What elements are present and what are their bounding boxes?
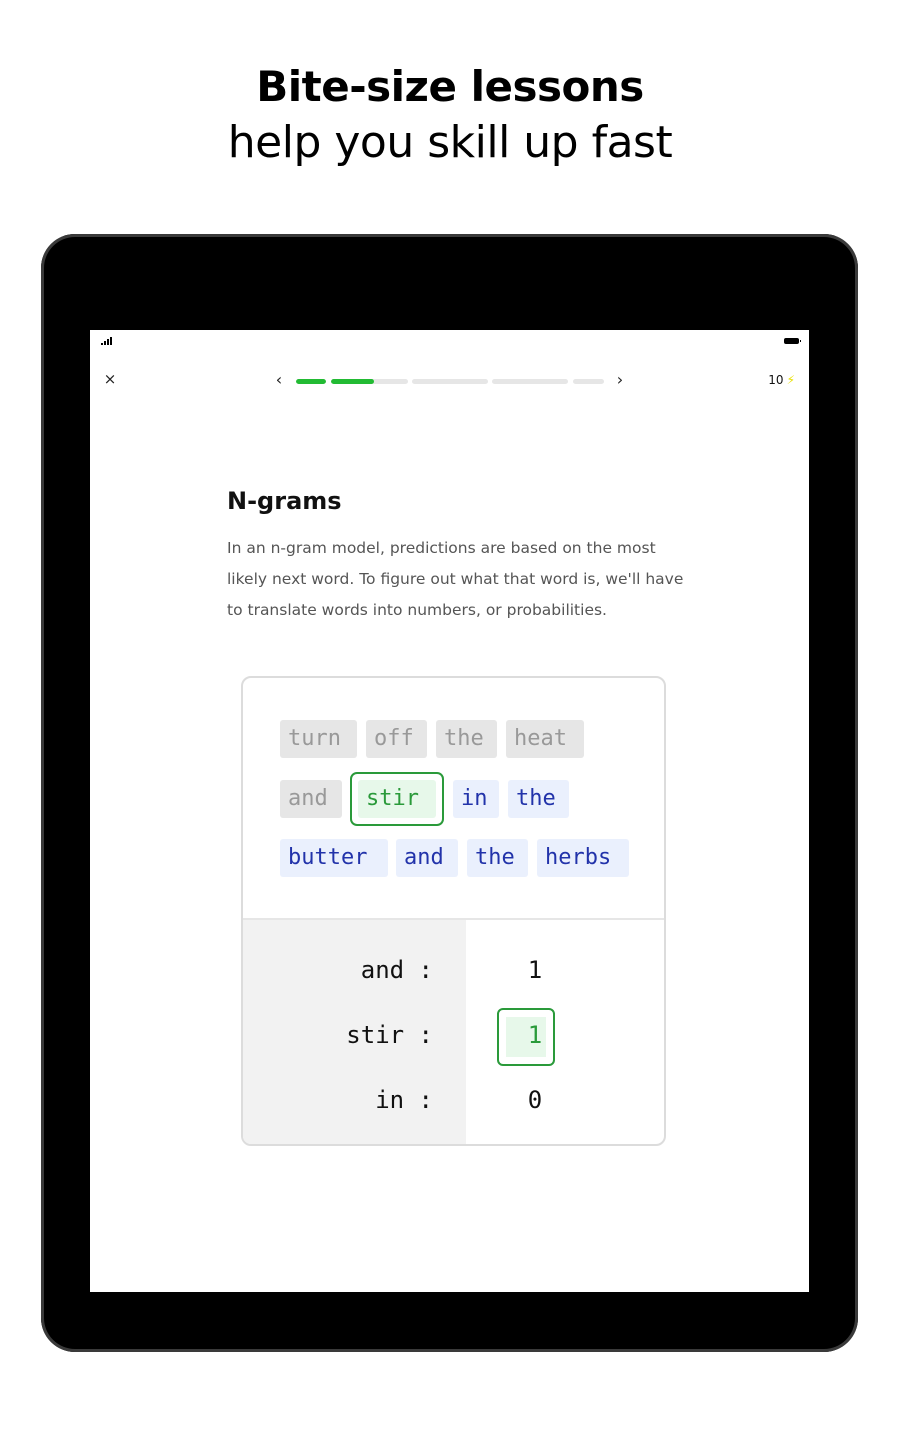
progress-segment xyxy=(412,379,488,384)
count-value: 0 xyxy=(527,1086,543,1114)
headline-subtitle: help you skill up fast xyxy=(227,117,673,168)
word-token[interactable]: in xyxy=(453,780,499,818)
energy-counter: 10 ⚡ xyxy=(768,373,795,387)
close-button[interactable]: × xyxy=(102,370,118,388)
word-token[interactable]: heat xyxy=(506,720,584,758)
count-word: in : xyxy=(375,1086,433,1114)
word-token[interactable]: the xyxy=(508,780,569,818)
progress-segment xyxy=(331,379,408,384)
lesson-progress-bar xyxy=(296,379,604,384)
word-count-table: and : 1 stir : 1 in : 0 xyxy=(243,920,664,1144)
word-token[interactable]: and xyxy=(280,780,342,818)
signal-bars-icon xyxy=(101,337,112,345)
word-token[interactable]: off xyxy=(366,720,427,758)
count-value: 1 xyxy=(527,1021,543,1049)
word-token[interactable]: stir xyxy=(358,780,436,818)
next-step-button[interactable]: › xyxy=(614,371,626,389)
progress-segment xyxy=(573,379,604,384)
lightning-bolt-icon: ⚡ xyxy=(786,373,795,387)
word-token[interactable]: the xyxy=(467,839,528,877)
progress-fill xyxy=(296,379,326,384)
progress-fill xyxy=(331,379,375,384)
headline-title: Bite-size lessons xyxy=(256,62,644,111)
token-sentence: turn off the heat and stir in the butter… xyxy=(243,678,664,920)
lesson-body: In an n-gram model, predictions are base… xyxy=(227,539,684,619)
word-token[interactable]: turn xyxy=(280,720,357,758)
battery-icon xyxy=(784,338,801,344)
count-word: and : xyxy=(360,956,433,984)
word-token[interactable]: herbs xyxy=(537,839,629,877)
ngram-demo-card: turn off the heat and stir in the butter… xyxy=(241,676,666,1146)
count-value: 1 xyxy=(527,956,543,984)
word-token[interactable]: butter xyxy=(280,839,388,877)
word-token[interactable]: the xyxy=(436,720,497,758)
progress-segment xyxy=(492,379,568,384)
count-word: stir : xyxy=(346,1021,433,1049)
progress-segment xyxy=(296,379,326,384)
energy-count: 10 xyxy=(768,373,784,387)
previous-step-button[interactable]: ‹ xyxy=(273,371,285,389)
app-screen: × ‹ › 10 ⚡ N-grams In an n-gram model, p… xyxy=(90,330,809,1292)
word-token[interactable]: and xyxy=(396,839,458,877)
lesson-title: N-grams xyxy=(227,487,342,515)
